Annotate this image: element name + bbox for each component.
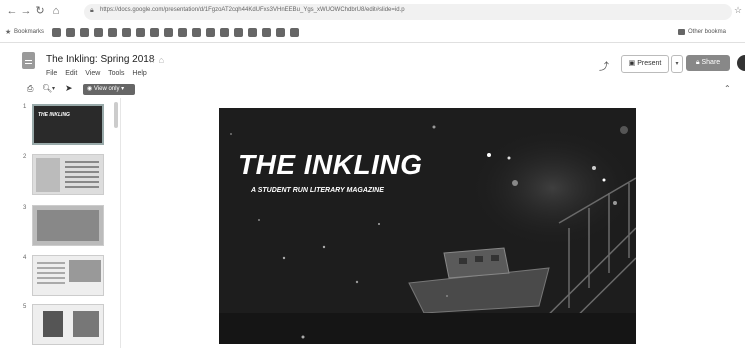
slide-thumbnail-3[interactable] xyxy=(32,205,104,246)
bookmark-icon[interactable] xyxy=(80,28,89,37)
view-only-button[interactable]: ◉ View only ▾ xyxy=(83,84,135,95)
chevron-up-icon[interactable]: ⌃ xyxy=(724,84,731,93)
url-text[interactable]: https://docs.google.com/presentation/d/1… xyxy=(100,7,405,13)
lock-icon[interactable]: 🔒︎ xyxy=(90,7,94,15)
slide-canvas[interactable]: THE INKLING A STUDENT RUN LITERARY MAGAZ… xyxy=(219,108,636,344)
bookmark-icon[interactable] xyxy=(192,28,201,37)
bookmark-icon[interactable] xyxy=(52,28,61,37)
present-label: Present xyxy=(637,60,662,67)
slide-number: 5 xyxy=(23,304,27,310)
bookmark-icon[interactable] xyxy=(108,28,117,37)
bookmark-icon[interactable] xyxy=(248,28,257,37)
slide-thumbnail-1[interactable]: THE INKLING xyxy=(32,104,104,145)
other-bookmarks[interactable]: Other bookma xyxy=(688,29,726,35)
slide-number: 1 xyxy=(23,104,27,110)
view-only-label: View only xyxy=(93,86,120,92)
menu-bar: File Edit View Tools Help xyxy=(46,70,153,77)
bookmark-icon[interactable] xyxy=(136,28,145,37)
menu-tools[interactable]: Tools xyxy=(108,70,124,77)
slide-subtitle[interactable]: A STUDENT RUN LITERARY MAGAZINE xyxy=(251,187,384,194)
slide-thumbnail-5[interactable] xyxy=(32,304,104,345)
menu-file[interactable]: File xyxy=(46,70,57,77)
select-cursor-icon[interactable]: ➤ xyxy=(65,83,73,94)
document-title[interactable]: The Inkling: Spring 2018 xyxy=(46,54,154,65)
apps-icon[interactable]: ★ xyxy=(5,28,11,36)
folder-icon[interactable] xyxy=(678,29,685,35)
zoom-icon[interactable]: 🔍︎ xyxy=(42,84,52,93)
bookmark-icon[interactable] xyxy=(122,28,131,37)
thumbnail-lines xyxy=(37,262,65,264)
menu-help[interactable]: Help xyxy=(132,70,146,77)
bookmark-icon[interactable] xyxy=(206,28,215,37)
present-dropdown-icon[interactable]: ▾ xyxy=(671,55,683,73)
present-button[interactable]: ▣ Present xyxy=(621,55,669,73)
bookmark-icon[interactable] xyxy=(178,28,187,37)
bookmark-icon[interactable] xyxy=(94,28,103,37)
thumbnail-lines xyxy=(65,161,99,163)
slide-number: 3 xyxy=(23,205,27,211)
bookmark-icon[interactable] xyxy=(262,28,271,37)
thumbnail-image xyxy=(43,311,63,337)
slide-background-photo xyxy=(219,108,636,344)
reload-icon[interactable]: ↻ xyxy=(34,5,46,17)
share-label: Share xyxy=(701,59,721,66)
bookmark-star-icon[interactable]: ☆ xyxy=(734,5,742,16)
menu-edit[interactable]: Edit xyxy=(65,70,77,77)
slide-number: 2 xyxy=(23,154,27,160)
share-button[interactable]: 🔒︎ Share xyxy=(686,55,730,71)
bookmark-icon[interactable] xyxy=(290,28,299,37)
bookmark-icon[interactable] xyxy=(164,28,173,37)
slide-title[interactable]: THE INKLING xyxy=(238,149,422,181)
bookmark-icon[interactable] xyxy=(276,28,285,37)
thumbnail-image xyxy=(69,260,101,282)
slide-thumbnail-4[interactable] xyxy=(32,255,104,296)
present-icon: ▣ xyxy=(628,60,638,67)
eye-icon: ◉ xyxy=(87,86,94,92)
forward-icon[interactable]: → xyxy=(20,5,32,17)
activity-icon[interactable]: ⤴ xyxy=(599,58,609,73)
chevron-down-icon[interactable]: ▾ xyxy=(52,85,55,92)
thumbnail-image xyxy=(37,210,99,241)
thumbnail-title: THE INKLING xyxy=(38,112,70,118)
slides-logo-icon[interactable] xyxy=(22,52,35,69)
filmstrip-scrollbar[interactable] xyxy=(114,102,118,128)
thumbnail-image xyxy=(73,311,99,337)
bookmark-icon[interactable] xyxy=(234,28,243,37)
home-icon[interactable]: ⌂ xyxy=(50,5,62,17)
print-icon[interactable]: ⎙ xyxy=(27,84,33,94)
menu-view[interactable]: View xyxy=(85,70,100,77)
slide-number: 4 xyxy=(23,255,27,261)
bookmark-icon[interactable] xyxy=(150,28,159,37)
avatar[interactable] xyxy=(737,55,745,71)
thumbnail-image xyxy=(36,158,60,192)
chevron-down-icon: ▾ xyxy=(119,86,125,92)
bookmarks-label[interactable]: Bookmarks xyxy=(14,29,44,35)
bookmark-icon[interactable] xyxy=(66,28,75,37)
bookmark-icon[interactable] xyxy=(220,28,229,37)
star-folder-icons[interactable]: ☆ ⌂ xyxy=(148,55,164,66)
back-icon[interactable]: ← xyxy=(6,5,18,17)
slide-thumbnail-2[interactable] xyxy=(32,154,104,195)
